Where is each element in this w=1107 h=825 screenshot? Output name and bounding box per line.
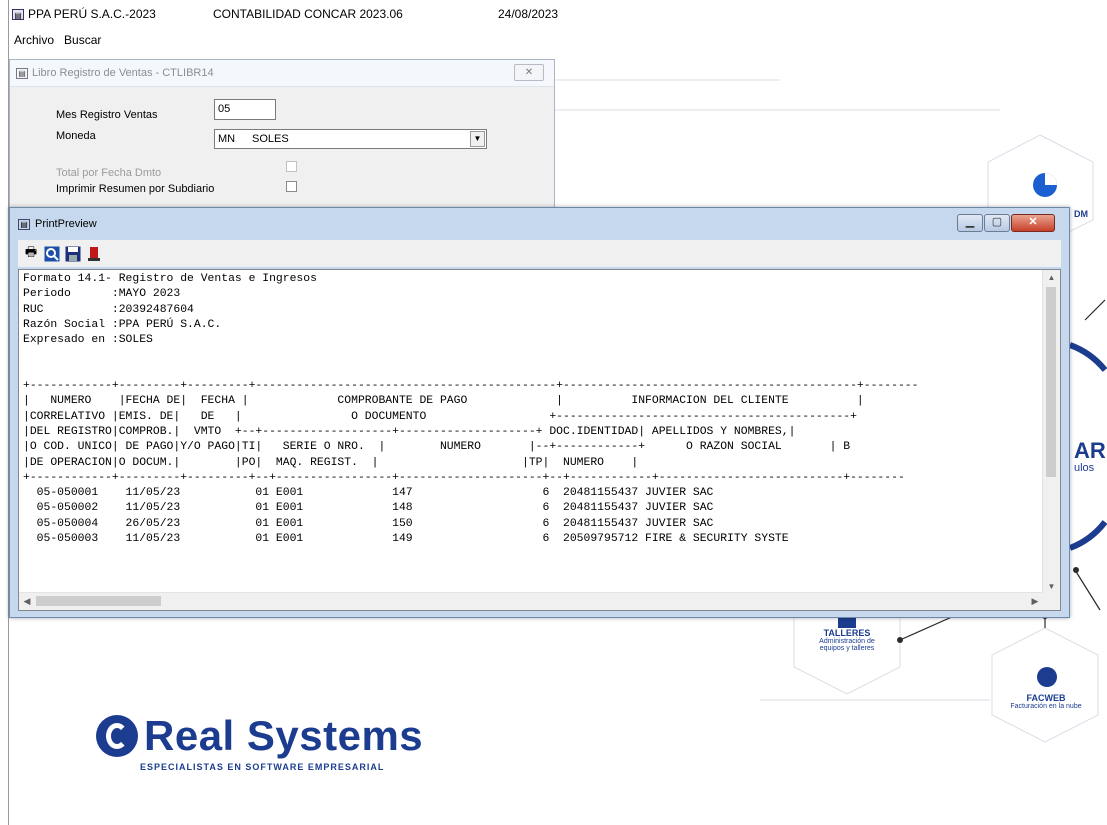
logo-text: Real Systems <box>144 712 424 759</box>
report-line: |DE OPERACION|O DOCUM.| |PO| MAQ. REGIST… <box>23 456 639 469</box>
window-icon: ▤ <box>18 218 30 230</box>
libro-dialog-titlebar[interactable]: ▤ Libro Registro de Ventas - CTLIBR14 <box>10 60 554 87</box>
report-line: |O COD. UNICO| DE PAGO|Y/O PAGO|TI| SERI… <box>23 441 851 454</box>
app-icon: ▤ <box>12 8 24 20</box>
moneda-label: Moneda <box>56 130 96 142</box>
print-preview-titlebar[interactable]: ▤ PrintPreview <box>10 208 1069 240</box>
resumen-label: Imprimir Resumen por Subdiario <box>56 183 215 195</box>
talleres-desc: Administración de equipos y talleres <box>819 638 875 652</box>
scroll-right-icon[interactable]: ▶ <box>1027 593 1043 610</box>
minimize-button[interactable]: ▁ <box>957 214 983 232</box>
report-line: +------------+---------+---------+------… <box>23 380 919 393</box>
report-line: |CORRELATIVO |EMIS. DE| DE | O DOCUMENTO… <box>23 410 857 423</box>
partial-product-label: ulos <box>1074 462 1095 474</box>
report-line: Formato 14.1- Registro de Ventas e Ingre… <box>23 273 317 285</box>
scroll-left-icon[interactable]: ◀ <box>19 593 35 610</box>
scroll-thumb[interactable] <box>1046 287 1056 477</box>
save-icon[interactable] <box>64 245 82 263</box>
chevron-down-icon[interactable]: ▼ <box>470 131 485 147</box>
exit-icon[interactable] <box>85 245 103 263</box>
partial-product-label: AR <box>1074 438 1106 463</box>
system-name: CONTABILIDAD CONCAR 2023.06 <box>213 7 403 21</box>
facweb-product: FACWEB Facturación en la nube <box>1006 693 1086 710</box>
scroll-thumb[interactable] <box>36 596 161 606</box>
moneda-select[interactable]: MN SOLES ▼ <box>214 129 487 149</box>
facweb-name: FACWEB <box>1026 693 1066 703</box>
resumen-checkbox[interactable] <box>286 181 297 192</box>
window-icon: ▤ <box>16 67 28 79</box>
system-date: 24/08/2023 <box>498 7 559 21</box>
print-preview-window: ▤ PrintPreview ▁ ▢ ✕ 🖶 Formato 14.1- Reg… <box>9 207 1070 618</box>
report-line: 05-050001 11/05/23 01 E001 147 6 2048115… <box>36 487 714 500</box>
mes-label: Mes Registro Ventas <box>56 109 158 121</box>
menu-buscar[interactable]: Buscar <box>64 33 101 47</box>
moneda-name: SOLES <box>252 133 289 145</box>
logo-mark-icon <box>96 715 138 757</box>
report-line: 05-050003 11/05/23 01 E001 149 6 2050979… <box>36 533 789 546</box>
report-viewer[interactable]: Formato 14.1- Registro de Ventas e Ingre… <box>18 269 1061 611</box>
company-name: PPA PERÚ S.A.C.-2023 <box>28 7 156 21</box>
total-fecha-label: Total por Fecha Dmto <box>56 167 162 179</box>
preview-toolbar: 🖶 <box>18 240 1061 267</box>
report-line: +------------+---------+---------+--+---… <box>23 471 905 484</box>
horizontal-scrollbar[interactable]: ◀ ▶ <box>19 592 1043 610</box>
close-button[interactable]: ✕ <box>1011 214 1055 232</box>
report-line: 05-050002 11/05/23 01 E001 148 6 2048115… <box>36 502 714 515</box>
print-icon[interactable]: 🖶 <box>22 244 40 263</box>
report-text: Formato 14.1- Registro de Ventas e Ingre… <box>23 272 918 547</box>
vertical-scrollbar[interactable]: ▲ ▼ <box>1042 270 1060 595</box>
menu-bar: Archivo Buscar <box>14 33 101 47</box>
facweb-desc: Facturación en la nube <box>1010 703 1082 710</box>
partial-product-label: DM <box>1074 209 1088 219</box>
real-systems-logo: Real Systems ESPECIALISTAS EN SOFTWARE E… <box>96 712 423 772</box>
talleres-name: TALLERES <box>823 628 871 638</box>
app-title-bar: ▤ PPA PERÚ S.A.C.-2023 CONTABILIDAD CONC… <box>12 6 558 22</box>
size-grip <box>1043 593 1060 610</box>
logo-tagline: ESPECIALISTAS EN SOFTWARE EMPRESARIAL <box>140 762 385 772</box>
close-button[interactable]: ✕ <box>514 64 544 81</box>
moneda-code: MN <box>218 133 236 145</box>
libro-dialog-title: Libro Registro de Ventas - CTLIBR14 <box>32 67 214 79</box>
mes-input[interactable]: 05 <box>214 99 276 120</box>
print-preview-title: PrintPreview <box>35 218 97 230</box>
report-line: Razón Social :PPA PERÚ S.A.C. <box>23 318 222 331</box>
report-line: Expresado en :SOLES <box>23 334 153 347</box>
zoom-icon[interactable] <box>43 245 61 263</box>
menu-archivo[interactable]: Archivo <box>14 33 54 47</box>
report-line: |DEL REGISTRO|COMPROB.| VMTO +--+-------… <box>23 425 796 438</box>
report-line: | NUMERO |FECHA DE| FECHA | COMPROBANTE … <box>23 395 864 408</box>
report-line: RUC :20392487604 <box>23 303 194 316</box>
total-fecha-checkbox[interactable] <box>286 161 297 172</box>
report-line: 05-050004 26/05/23 01 E001 150 6 2048115… <box>36 517 714 530</box>
scroll-up-icon[interactable]: ▲ <box>1043 270 1060 286</box>
talleres-product: TALLERES Administración de equipos y tal… <box>806 628 888 652</box>
report-line: Periodo :MAYO 2023 <box>23 288 181 301</box>
maximize-button[interactable]: ▢ <box>984 214 1010 232</box>
